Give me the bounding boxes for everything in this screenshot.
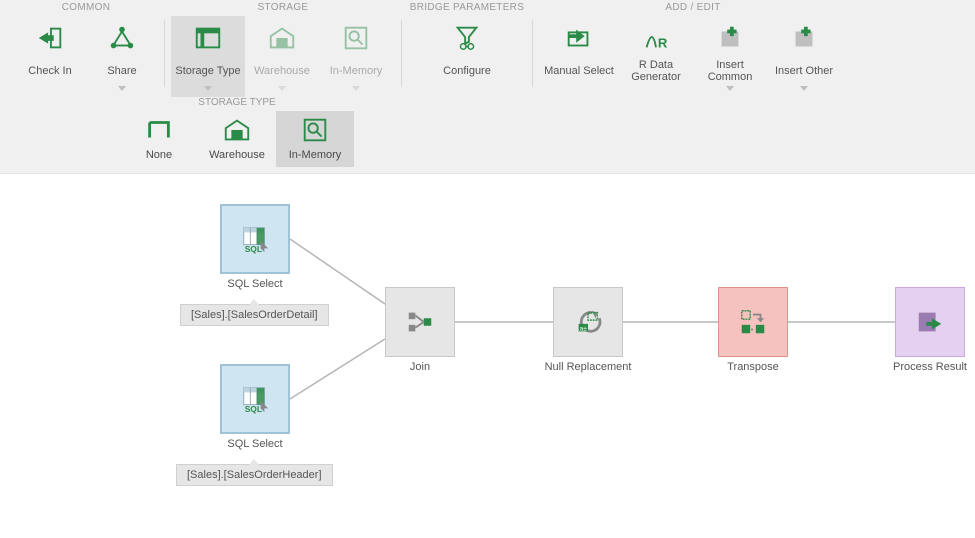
insert-common-label: Insert Common [708, 58, 753, 84]
chevron-down-icon [118, 86, 126, 91]
node-sql-select-1-source: [Sales].[SalesOrderDetail] [180, 304, 329, 326]
group-common-title: COMMON [8, 2, 164, 13]
storage-warehouse-button[interactable]: Warehouse [198, 111, 276, 167]
node-transpose[interactable] [718, 287, 788, 357]
warehouse-icon [221, 115, 253, 145]
svg-text:SQL: SQL [245, 404, 262, 414]
chevron-down-icon [800, 86, 808, 91]
in-memory-label: In-Memory [330, 58, 383, 84]
warehouse-label: Warehouse [254, 58, 310, 84]
node-join[interactable] [385, 287, 455, 357]
group-bridge-title: BRIDGE PARAMETERS [402, 2, 532, 13]
configure-label: Configure [443, 58, 491, 84]
in-memory-icon [340, 22, 372, 54]
node-null-replacement-label: Null Replacement [508, 361, 668, 373]
funnel-link-icon [451, 22, 483, 54]
node-process-result-label: Process Result [850, 361, 975, 373]
storage-in-memory-button[interactable]: In-Memory [276, 111, 354, 167]
sql-table-icon: SQL [240, 384, 270, 414]
node-sql-select-2-source: [Sales].[SalesOrderHeader] [176, 464, 333, 486]
chevron-down-icon [278, 86, 286, 91]
none-icon [143, 115, 175, 145]
share-icon [106, 22, 138, 54]
configure-button[interactable]: Configure [423, 16, 511, 90]
chevron-down-icon [352, 86, 360, 91]
r-data-generator-button[interactable]: R R Data Generator [619, 16, 693, 97]
svg-text:SQL: SQL [245, 244, 262, 254]
r-data-icon: R [640, 22, 672, 54]
chevron-down-icon [204, 86, 212, 91]
ribbon: COMMON Check In Share S [0, 0, 975, 174]
storage-type-submenu-title: STORAGE TYPE [120, 97, 354, 108]
storage-type-button[interactable]: Storage Type [171, 16, 245, 97]
in-memory-button: In-Memory [319, 16, 393, 97]
node-sql-select-1[interactable]: SQL [220, 204, 290, 274]
r-data-label: R Data Generator [631, 58, 681, 84]
join-icon [405, 307, 435, 337]
warehouse-button: Warehouse [245, 16, 319, 97]
storage-type-icon [192, 22, 224, 54]
share-label: Share [107, 58, 136, 84]
storage-none-label: None [146, 149, 172, 161]
storage-warehouse-label: Warehouse [209, 149, 265, 161]
insert-other-icon [788, 22, 820, 54]
manual-select-button[interactable]: Manual Select [539, 16, 619, 97]
manual-select-label: Manual Select [544, 58, 614, 84]
insert-common-icon [714, 22, 746, 54]
group-addedit: ADD / EDIT Manual Select R R Data Genera… [533, 0, 853, 97]
node-sql-select-2-label: SQL Select [175, 438, 335, 450]
result-icon [915, 307, 945, 337]
group-bridge: BRIDGE PARAMETERS Configure [402, 0, 532, 90]
node-sql-select-1-label: SQL Select [175, 278, 335, 290]
node-transpose-label: Transpose [673, 361, 833, 373]
svg-text:R: R [658, 35, 668, 50]
storage-in-memory-label: In-Memory [289, 149, 342, 161]
storage-type-label: Storage Type [175, 58, 240, 84]
group-addedit-title: ADD / EDIT [533, 2, 853, 13]
check-in-button[interactable]: Check In [14, 16, 86, 97]
check-in-label: Check In [28, 58, 71, 84]
insert-common-button[interactable]: Insert Common [693, 16, 767, 97]
chevron-down-icon [726, 86, 734, 91]
node-process-result[interactable] [895, 287, 965, 357]
transpose-icon [738, 307, 768, 337]
group-storage-title: STORAGE [165, 2, 401, 13]
sql-table-icon: SQL [240, 224, 270, 254]
insert-other-button[interactable]: Insert Other [767, 16, 841, 97]
node-join-label: Join [340, 361, 500, 373]
storage-type-submenu: STORAGE TYPE None Warehouse [120, 97, 354, 167]
connection-lines [0, 174, 975, 514]
share-button[interactable]: Share [86, 16, 158, 97]
node-null-replacement[interactable]: a± [553, 287, 623, 357]
check-in-icon [34, 22, 66, 54]
group-common: COMMON Check In Share [8, 0, 164, 97]
warehouse-icon [266, 22, 298, 54]
pipeline-canvas[interactable]: SQL SQL Select [Sales].[SalesOrderDetail… [0, 174, 975, 512]
storage-none-button[interactable]: None [120, 111, 198, 167]
in-memory-icon [299, 115, 331, 145]
svg-text:a±: a± [580, 325, 588, 332]
manual-select-icon [563, 22, 595, 54]
group-storage: STORAGE Storage Type Warehouse [165, 0, 401, 97]
insert-other-label: Insert Other [775, 58, 833, 84]
node-sql-select-2[interactable]: SQL [220, 364, 290, 434]
null-replace-icon: a± [573, 307, 603, 337]
